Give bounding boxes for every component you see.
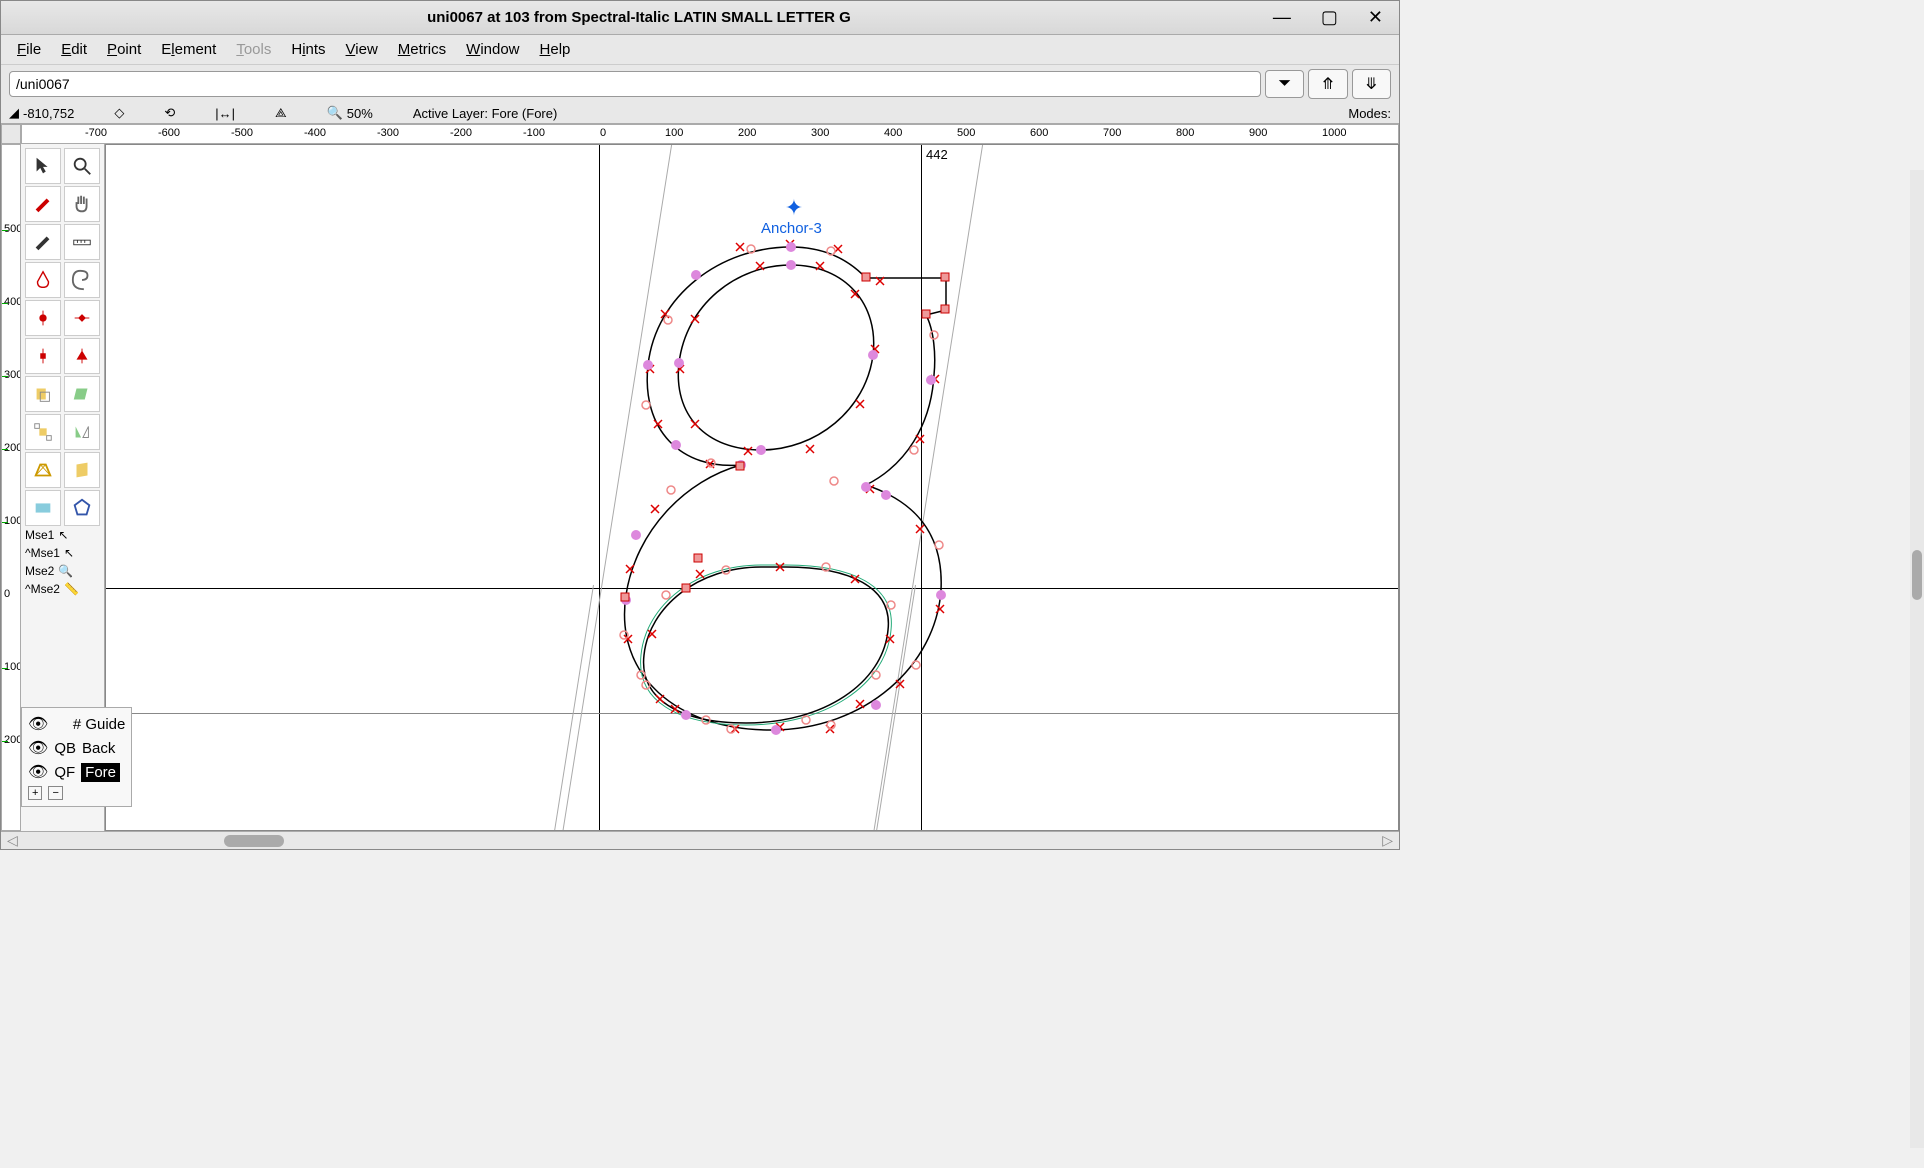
- flip-tool[interactable]: [64, 414, 100, 450]
- scale-tool[interactable]: [25, 414, 61, 450]
- mouse1-label: Mse1 ↖: [25, 526, 100, 544]
- mouse2-label: Mse2 🔍: [25, 562, 100, 580]
- prev-glyph-button[interactable]: ⤊: [1308, 69, 1347, 99]
- menu-tools: Tools: [228, 39, 279, 60]
- horizontal-scrollbar[interactable]: ◁ ▷: [1, 831, 1399, 849]
- pen-tool[interactable]: [25, 262, 61, 298]
- hand-tool[interactable]: [64, 186, 100, 222]
- curve-point-tool[interactable]: [25, 300, 61, 336]
- active-layer[interactable]: Active Layer: Fore (Fore): [413, 106, 558, 121]
- ruler-vertical[interactable]: 500 400 300 200 100 0 100 200: [1, 144, 21, 831]
- eye-icon[interactable]: 👁: [28, 738, 48, 758]
- zoom-level[interactable]: 🔍 50%: [327, 105, 373, 121]
- angle-icon: ⟁: [275, 105, 287, 121]
- close-button[interactable]: ✕: [1362, 7, 1389, 28]
- scroll-right-icon[interactable]: ▷: [1376, 832, 1399, 849]
- glyph-path-input[interactable]: [9, 71, 1261, 97]
- hv-curve-tool[interactable]: [64, 300, 100, 336]
- eye-icon[interactable]: 👁: [28, 762, 48, 782]
- corner-point-tool[interactable]: [25, 338, 61, 374]
- remove-layer-button[interactable]: −: [48, 786, 62, 800]
- glyph-outline[interactable]: [576, 235, 976, 765]
- tangent-point-tool[interactable]: [64, 338, 100, 374]
- layer-back[interactable]: 👁 QB Back: [28, 736, 125, 760]
- width-icon: |↔|: [215, 106, 235, 121]
- magnify-tool[interactable]: [64, 148, 100, 184]
- layer-guide[interactable]: 👁 # Guide: [28, 712, 125, 736]
- add-layer-button[interactable]: +: [28, 786, 42, 800]
- glyph-canvas[interactable]: 442 ✦ Anchor-3: [105, 144, 1399, 831]
- next-glyph-button[interactable]: ⤋: [1352, 69, 1391, 99]
- layer-fore[interactable]: 👁 QF Fore: [28, 760, 125, 784]
- modes-label: Modes:: [1348, 106, 1391, 121]
- window-title: uni0067 at 103 from Spectral-Italic LATI…: [11, 9, 1267, 26]
- ruler-horizontal[interactable]: -700 -600 -500 -400 -300 -200 -100 0 100…: [21, 124, 1399, 144]
- dropdown-button[interactable]: ⏷: [1265, 70, 1304, 98]
- menu-hints[interactable]: Hints: [283, 39, 333, 60]
- menu-point[interactable]: Point: [99, 39, 149, 60]
- polygon-tool[interactable]: [64, 490, 100, 526]
- draw-tool[interactable]: [25, 224, 61, 260]
- ruler-tool[interactable]: [64, 224, 100, 260]
- menubar: File Edit Point Element Tools Hints View…: [1, 35, 1399, 65]
- pointer-tool[interactable]: [25, 148, 61, 184]
- snap-icon: ◇: [114, 105, 124, 121]
- rotate-3d-tool[interactable]: [64, 452, 100, 488]
- anchor-icon[interactable]: ✦: [785, 195, 803, 221]
- titlebar: uni0067 at 103 from Spectral-Italic LATI…: [1, 1, 1399, 35]
- ctrl-mouse2-label: ^Mse2 📏: [25, 580, 100, 598]
- minimize-button[interactable]: —: [1267, 7, 1297, 28]
- menu-metrics[interactable]: Metrics: [390, 39, 454, 60]
- scroll-left-icon[interactable]: ◁: [1, 832, 24, 849]
- advance-width-label: 442: [926, 147, 948, 162]
- layers-panel: 👁 # Guide 👁 QB Back 👁 QF Fore +−: [21, 707, 132, 807]
- knife-tool[interactable]: [25, 376, 61, 412]
- cursor-coords: ◢-810,752: [9, 105, 74, 121]
- eye-icon[interactable]: 👁: [28, 714, 48, 734]
- vertical-scrollbar[interactable]: [1910, 170, 1924, 1148]
- skew-tool[interactable]: [64, 376, 100, 412]
- maximize-button[interactable]: ▢: [1315, 7, 1344, 28]
- rect-tool[interactable]: [25, 490, 61, 526]
- perspective-tool[interactable]: [25, 452, 61, 488]
- scroll-thumb[interactable]: [224, 835, 284, 847]
- menu-view[interactable]: View: [338, 39, 386, 60]
- transform-icon: ⟲: [164, 105, 175, 121]
- menu-file[interactable]: File: [9, 39, 49, 60]
- ruler-corner: [1, 124, 21, 144]
- freehand-tool[interactable]: [25, 186, 61, 222]
- menu-help[interactable]: Help: [532, 39, 579, 60]
- menu-window[interactable]: Window: [458, 39, 527, 60]
- menu-element[interactable]: Element: [153, 39, 224, 60]
- scroll-thumb-v[interactable]: [1912, 550, 1922, 600]
- spiro-tool[interactable]: [64, 262, 100, 298]
- ctrl-mouse1-label: ^Mse1 ↖: [25, 544, 100, 562]
- menu-edit[interactable]: Edit: [53, 39, 95, 60]
